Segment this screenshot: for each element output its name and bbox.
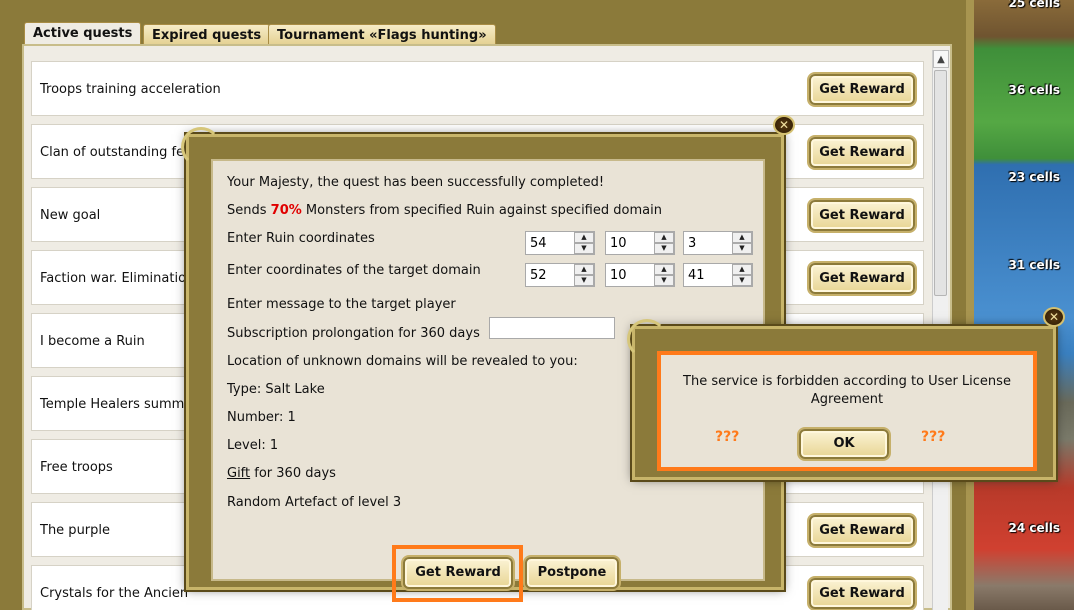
target-x-stepper[interactable]: ▲ ▼ xyxy=(525,263,595,287)
close-icon[interactable]: ✕ xyxy=(773,115,795,135)
quest-title: Faction war. Elimination xyxy=(40,271,195,286)
gift-link[interactable]: Gift xyxy=(227,466,250,481)
ruin-y-input[interactable] xyxy=(606,232,654,254)
gift-suffix: for 360 days xyxy=(250,466,336,481)
quest-title: Free troops xyxy=(40,460,113,475)
close-icon[interactable]: ✕ xyxy=(1043,307,1065,327)
gift-line: Gift for 360 days xyxy=(227,466,336,481)
artefact-text: Random Artefact of level 3 xyxy=(227,495,402,510)
target-z-stepper[interactable]: ▲ ▼ xyxy=(683,263,753,287)
target-y-stepper[interactable]: ▲ ▼ xyxy=(605,263,675,287)
get-reward-button[interactable]: Get Reward xyxy=(403,557,513,589)
target-z-input[interactable] xyxy=(684,264,732,286)
arrow-down-icon[interactable]: ▼ xyxy=(732,243,752,254)
quest-title: Clan of outstanding fe xyxy=(40,145,185,160)
ok-button[interactable]: OK xyxy=(799,429,889,459)
arrow-up-icon[interactable]: ▲ xyxy=(574,232,594,243)
get-reward-button[interactable]: Get Reward xyxy=(809,137,915,168)
arrow-down-icon[interactable]: ▼ xyxy=(574,243,594,254)
ruin-coords-label: Enter Ruin coordinates xyxy=(227,231,375,246)
sends-suffix: Monsters from specified Ruin against spe… xyxy=(305,203,662,218)
ruin-x-stepper[interactable]: ▲ ▼ xyxy=(525,231,595,255)
tab-tournament[interactable]: Tournament «Flags hunting» xyxy=(268,24,496,46)
quest-title: New goal xyxy=(40,208,101,223)
sends-line: Sends 70% Monsters from specified Ruin a… xyxy=(227,203,662,218)
message-label: Enter message to the target player xyxy=(227,297,456,312)
sends-prefix: Sends xyxy=(227,203,267,218)
ruin-x-input[interactable] xyxy=(526,232,574,254)
postpone-button[interactable]: Postpone xyxy=(525,557,619,589)
target-coords-label: Enter coordinates of the target domain xyxy=(227,263,481,278)
quest-title: Temple Healers summo xyxy=(40,397,193,412)
map-cells-label: 31 cells xyxy=(1008,258,1061,272)
arrow-up-icon[interactable]: ▲ xyxy=(654,232,674,243)
get-reward-button[interactable]: Get Reward xyxy=(809,200,915,231)
quest-title: I become a Ruin xyxy=(40,334,145,349)
ruin-z-stepper[interactable]: ▲ ▼ xyxy=(683,231,753,255)
arrow-up-icon[interactable]: ▲ xyxy=(574,264,594,275)
subscription-text: Subscription prolongation for 360 days xyxy=(227,326,480,341)
license-error-dialog: ✕ The service is forbidden according to … xyxy=(627,307,1065,480)
license-message: The service is forbidden according to Us… xyxy=(683,374,1011,407)
chevron-up-icon[interactable]: ▲ xyxy=(933,50,949,68)
world-map-strip[interactable]: 25 cells 36 cells 23 cells 31 cells 24 c… xyxy=(972,0,1074,610)
map-cells-label: 23 cells xyxy=(1008,170,1061,184)
get-reward-button[interactable]: Get Reward xyxy=(809,263,915,294)
domain-type-text: Type: Salt Lake xyxy=(227,382,325,397)
question-marks-right: ??? xyxy=(921,429,946,445)
ruin-z-input[interactable] xyxy=(684,232,732,254)
question-marks-left: ??? xyxy=(715,429,740,445)
arrow-up-icon[interactable]: ▲ xyxy=(732,232,752,243)
domain-number-text: Number: 1 xyxy=(227,410,296,425)
scrollbar-thumb[interactable] xyxy=(934,70,947,296)
get-reward-button[interactable]: Get Reward xyxy=(809,74,915,105)
map-cells-label: 36 cells xyxy=(1008,83,1061,97)
quest-title: Troops training acceleration xyxy=(40,82,221,97)
location-text: Location of unknown domains will be reve… xyxy=(227,354,578,369)
arrow-down-icon[interactable]: ▼ xyxy=(654,243,674,254)
ruin-y-stepper[interactable]: ▲ ▼ xyxy=(605,231,675,255)
success-message: Your Majesty, the quest has been success… xyxy=(227,175,605,190)
arrow-down-icon[interactable]: ▼ xyxy=(574,275,594,286)
map-cells-label: 24 cells xyxy=(1008,521,1061,535)
sends-percent: 70% xyxy=(270,203,302,218)
quest-title: The purple xyxy=(40,523,111,538)
license-dialog-body: The service is forbidden according to Us… xyxy=(657,351,1037,471)
get-reward-button[interactable]: Get Reward xyxy=(809,515,915,546)
get-reward-button[interactable]: Get Reward xyxy=(809,578,915,609)
quest-title: Crystals for the Ancien xyxy=(40,586,189,601)
map-cells-label: 25 cells xyxy=(1008,0,1061,10)
arrow-up-icon[interactable]: ▲ xyxy=(732,264,752,275)
message-input[interactable] xyxy=(489,317,615,339)
tab-expired-quests[interactable]: Expired quests xyxy=(143,24,271,46)
quest-row: Troops training acceleration Get Reward xyxy=(31,61,924,116)
target-x-input[interactable] xyxy=(526,264,574,286)
tab-active-quests[interactable]: Active quests xyxy=(24,22,142,46)
arrow-down-icon[interactable]: ▼ xyxy=(654,275,674,286)
arrow-down-icon[interactable]: ▼ xyxy=(732,275,752,286)
domain-level-text: Level: 1 xyxy=(227,438,279,453)
target-y-input[interactable] xyxy=(606,264,654,286)
arrow-up-icon[interactable]: ▲ xyxy=(654,264,674,275)
